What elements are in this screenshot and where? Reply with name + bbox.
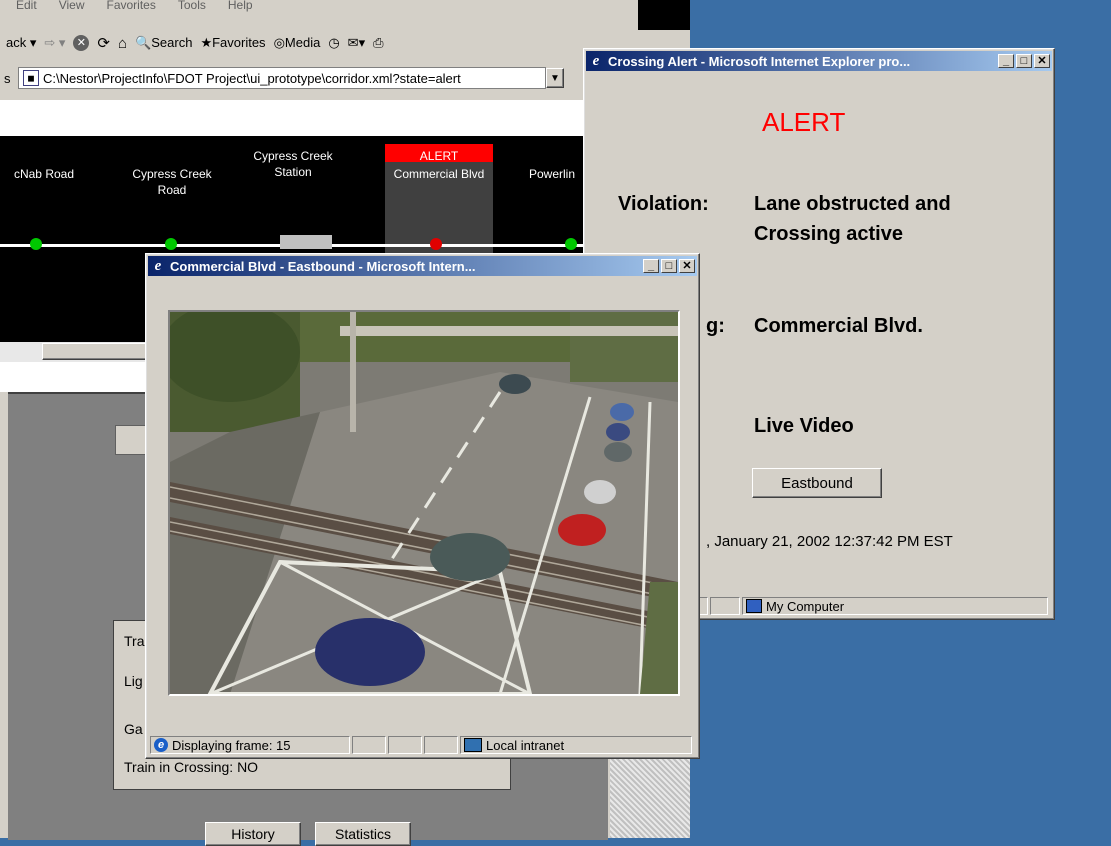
history-icon[interactable]: ◷ xyxy=(328,35,339,51)
address-value: C:\Nestor\ProjectInfo\FDOT Project\ui_pr… xyxy=(43,70,461,86)
search-icon: 🔍 xyxy=(135,35,152,50)
station-label-0[interactable]: cNab Road xyxy=(0,166,88,182)
station-label-4[interactable]: Powerlin xyxy=(512,166,592,182)
menu-tools[interactable]: Tools xyxy=(178,0,206,14)
menu-help[interactable]: Help xyxy=(228,0,253,14)
print-icon[interactable]: ⎙ xyxy=(373,35,383,51)
video-statusbar: e Displaying frame: 15 Local intranet xyxy=(148,734,694,756)
address-input[interactable]: ◼ C:\Nestor\ProjectInfo\FDOT Project\ui_… xyxy=(18,67,546,89)
station-label-2[interactable]: Cypress Creek Station xyxy=(248,148,338,180)
zone-cell: Local intranet xyxy=(460,736,692,754)
alert-titlebar[interactable]: e Crossing Alert - Microsoft Internet Ex… xyxy=(586,51,1052,71)
alert-heading: ALERT xyxy=(762,107,846,137)
alert-status-zone: My Computer xyxy=(766,598,845,614)
video-frame-border xyxy=(168,310,680,696)
address-dropdown[interactable]: ▼ xyxy=(546,68,564,88)
mail-icon[interactable]: ✉▾ xyxy=(348,35,365,51)
traffic-camera-video[interactable] xyxy=(170,312,678,694)
crossing-signal-alert[interactable] xyxy=(430,238,442,250)
maximize-button[interactable]: □ xyxy=(661,259,677,273)
violation-value-1: Lane obstructed and xyxy=(754,193,951,215)
alert-timestamp: , January 21, 2002 12:37:42 PM EST xyxy=(706,533,953,550)
video-status-zone: Local intranet xyxy=(486,737,565,753)
status-row-lights: Lig xyxy=(124,673,143,689)
forward-icon[interactable]: ⇨ ▾ xyxy=(44,35,65,51)
statistics-button[interactable]: Statistics xyxy=(315,822,411,846)
refresh-icon[interactable]: ⟳ xyxy=(97,34,110,52)
live-video-label: Live Video xyxy=(754,415,854,437)
station-platform xyxy=(280,235,332,249)
station-label-1[interactable]: Cypress Creek Road xyxy=(118,166,226,198)
video-window: e Commercial Blvd - Eastbound - Microsof… xyxy=(145,253,700,759)
history-button[interactable]: History xyxy=(205,822,301,846)
close-button[interactable]: ✕ xyxy=(1034,54,1050,68)
crossing-value: Commercial Blvd. xyxy=(754,315,923,337)
menu-bar: Edit View Favorites Tools Help xyxy=(0,0,656,14)
computer-icon xyxy=(746,599,762,613)
status-row-train: Tra xyxy=(124,633,145,649)
menu-edit[interactable]: Edit xyxy=(16,0,37,14)
stop-icon[interactable]: ✕ xyxy=(73,35,90,51)
video-window-title: Commercial Blvd - Eastbound - Microsoft … xyxy=(170,258,476,274)
zone-cell: My Computer xyxy=(742,597,1048,615)
minimize-button[interactable]: _ xyxy=(643,259,659,273)
page-white-band xyxy=(0,100,585,136)
favorites-button[interactable]: ★Favorites xyxy=(200,35,265,51)
address-bar: s ◼ C:\Nestor\ProjectInfo\FDOT Project\u… xyxy=(0,66,585,90)
media-button[interactable]: ◎Media xyxy=(274,35,321,51)
crossing-signal-ok[interactable] xyxy=(30,238,42,250)
crossing-signal-ok[interactable] xyxy=(565,238,577,250)
violation-label: Violation: xyxy=(618,193,709,215)
crossing-label: g: xyxy=(706,315,725,337)
station-alert-badge: ALERT xyxy=(419,149,459,163)
status-row-gates: Ga xyxy=(124,721,143,737)
status-row-train-in-crossing: Train in Crossing: NO xyxy=(124,759,259,775)
frame-cell: e Displaying frame: 15 xyxy=(150,736,350,754)
media-icon: ◎ xyxy=(273,35,285,50)
station-label-3[interactable]: Commercial Blvd xyxy=(385,166,493,182)
home-icon[interactable]: ⌂ xyxy=(118,35,127,52)
search-button[interactable]: 🔍Search xyxy=(135,35,192,51)
favorites-icon: ★ xyxy=(200,35,213,50)
violation-value-2: Crossing active xyxy=(754,223,903,245)
intranet-icon xyxy=(464,738,482,752)
back-button[interactable]: ack ▾ xyxy=(6,35,36,51)
ie-icon: e xyxy=(154,738,168,752)
maximize-button[interactable]: □ xyxy=(1016,54,1032,68)
video-status-text: Displaying frame: 15 xyxy=(172,737,291,753)
close-button[interactable]: ✕ xyxy=(679,259,695,273)
menu-view[interactable]: View xyxy=(59,0,85,14)
page-icon: ◼ xyxy=(23,70,39,86)
menu-favorites[interactable]: Favorites xyxy=(106,0,155,14)
ie-icon: e xyxy=(154,257,162,274)
address-label: s xyxy=(4,70,11,86)
crossing-signal-ok[interactable] xyxy=(165,238,177,250)
eastbound-button[interactable]: Eastbound xyxy=(752,468,882,498)
alert-window-title: Crossing Alert - Microsoft Internet Expl… xyxy=(608,53,911,69)
video-titlebar[interactable]: e Commercial Blvd - Eastbound - Microsof… xyxy=(148,256,697,276)
minimize-button[interactable]: _ xyxy=(998,54,1014,68)
ie-icon: e xyxy=(592,52,600,69)
